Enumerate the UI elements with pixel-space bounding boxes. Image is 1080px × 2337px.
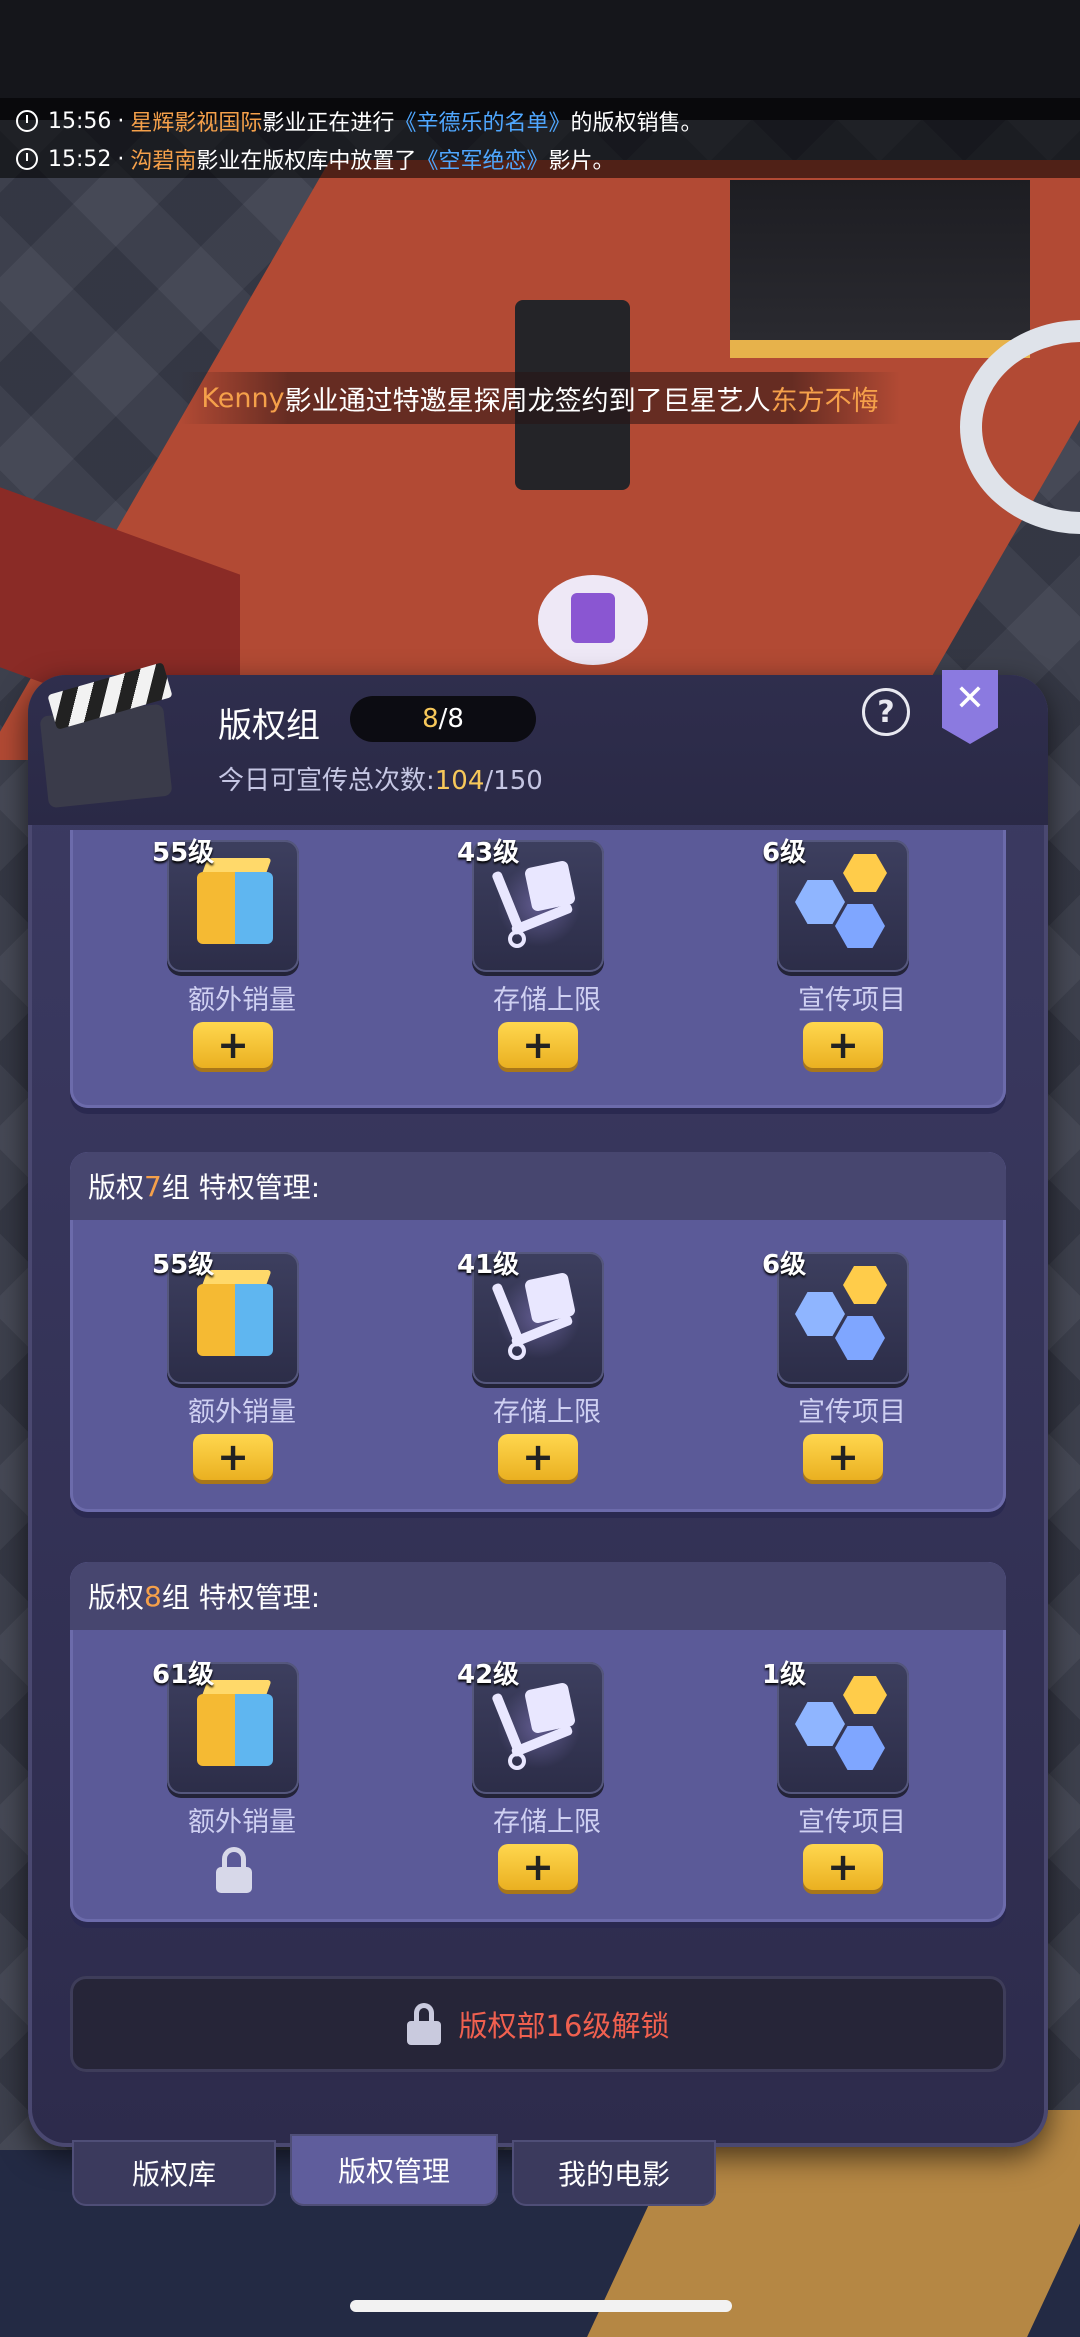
slot-label: 宣传项目 [798, 1807, 906, 1838]
slot-label: 存储上限 [493, 1397, 601, 1428]
upgrade-button[interactable]: + [803, 1022, 883, 1068]
group-number: 8 [144, 1579, 162, 1613]
slot-level: 42级 [457, 1660, 520, 1690]
upgrade-button[interactable]: + [498, 1022, 578, 1068]
group-title-suffix: 组 特权管理: [161, 1171, 321, 1204]
tab-my-movies[interactable]: 我的电影 [512, 2140, 716, 2206]
home-indicator[interactable] [350, 2300, 732, 2312]
slot-label: 额外销量 [188, 985, 296, 1016]
slot-level: 55级 [152, 838, 215, 868]
slot-label: 宣传项目 [798, 1397, 906, 1428]
lock-icon [214, 1847, 254, 1893]
upgrade-button[interactable]: + [803, 1844, 883, 1890]
group-title: 版权 8 组 特权管理: [70, 1562, 1006, 1630]
slot-level: 1级 [762, 1660, 807, 1690]
clock-icon [16, 148, 38, 170]
upgrade-button[interactable]: + [193, 1434, 273, 1480]
ticker-film[interactable]: 《辛德乐的名单》 [394, 105, 570, 137]
help-button[interactable]: ? [862, 688, 910, 736]
announce-text: 影业通过特邀星探周龙签约到了巨星艺人 [284, 385, 771, 417]
locked-group-bar[interactable]: 版权部16级解锁 [70, 1976, 1006, 2072]
promo-used: 104 [434, 766, 485, 796]
group-count-total: 8 [447, 704, 464, 734]
group-title-prefix: 版权 [88, 1171, 145, 1204]
group-title-suffix: 组 特权管理: [161, 1581, 321, 1614]
tab-copyright-library[interactable]: 版权库 [72, 2140, 276, 2206]
group-card: 版权 7 组 特权管理: 55级 额外销量 + 41级 存储上限 + 6级 宣传项目… [70, 1152, 1006, 1512]
slot-level: 41级 [457, 1250, 520, 1280]
slot-label: 存储上限 [493, 985, 601, 1016]
clapperboard-icon [28, 662, 178, 809]
help-icon: ? [877, 694, 895, 730]
group-title: 版权 7 组 特权管理: [70, 1152, 1006, 1220]
promo-sep: / [484, 766, 494, 796]
ticker-line-1: 15:56 · 星辉影视国际 影业正在进行 《辛德乐的名单》 的版权销售。 [16, 102, 702, 140]
ticker-line-2: 15:52 · 沟碧南 影业在版权库中放置了 《空军绝恋》 影片。 [16, 140, 614, 178]
gift-bubble-icon[interactable] [538, 575, 648, 665]
announce-studio: Kenny [201, 382, 285, 414]
upgrade-button[interactable]: + [498, 1434, 578, 1480]
ticker-sep: · [117, 146, 125, 172]
upgrade-button[interactable]: + [498, 1844, 578, 1890]
ticker-studio[interactable]: 沟碧南 [130, 143, 196, 175]
lock-icon [406, 2003, 441, 2045]
ticker-text: 影业在版权库中放置了 [196, 149, 417, 174]
group-card: 版权 8 组 特权管理: 61级 额外销量 42级 存储上限 + 1级 宣传项目 + [70, 1562, 1006, 1922]
group-count-current: 8 [422, 704, 439, 734]
ticker-text-end: 影片。 [548, 149, 615, 174]
group-number: 7 [144, 1169, 162, 1203]
group-card: 55级 额外销量 + 43级 存储上限 + 6级 宣传项目 + [70, 830, 1006, 1108]
panel-title: 版权组 [218, 706, 320, 746]
locked-notice: 版权部16级解锁 [458, 2009, 670, 2043]
upgrade-button[interactable]: + [803, 1434, 883, 1480]
announcement-banner: Kenny 影业通过特邀星探周龙签约到了巨星艺人 东方不悔 [180, 372, 900, 424]
close-icon: ✕ [954, 678, 986, 719]
group-title-prefix: 版权 [88, 1581, 145, 1614]
group-counter: 8 / 8 [350, 696, 536, 742]
slot-label: 额外销量 [188, 1397, 296, 1428]
ticker-sep: · [117, 108, 125, 134]
ticker-studio[interactable]: 星辉影视国际 [130, 105, 262, 137]
promo-count: 今日可宣传总次数:104/150 [218, 760, 543, 797]
ticker-film[interactable]: 《空军绝恋》 [416, 143, 548, 175]
ticker-time: 15:52 [48, 146, 112, 172]
tab-copyright-management[interactable]: 版权管理 [290, 2134, 498, 2206]
slot-level: 6级 [762, 838, 807, 868]
slot-label: 额外销量 [188, 1807, 296, 1838]
trophy-cabinet [730, 180, 1030, 358]
slot-level: 55级 [152, 1250, 215, 1280]
slot-label: 存储上限 [493, 1807, 601, 1838]
clock-icon [16, 110, 38, 132]
announce-star: 东方不悔 [770, 385, 879, 417]
groups-scroll-area[interactable]: 55级 额外销量 + 43级 存储上限 + 6级 宣传项目 + 版权 7 组 特权管… [28, 830, 1048, 2110]
promo-max: 150 [493, 766, 543, 796]
slot-level: 6级 [762, 1250, 807, 1280]
group-count-sep: / [438, 704, 448, 734]
ticker-text-end: 的版权销售。 [570, 111, 703, 136]
promo-label: 今日可宣传总次数: [218, 766, 435, 796]
ticker-time: 15:56 [48, 108, 112, 134]
ticker-text: 影业正在进行 [262, 111, 395, 136]
slot-level: 61级 [152, 1660, 215, 1690]
slot-level: 43级 [457, 838, 520, 868]
upgrade-button[interactable]: + [193, 1022, 273, 1068]
slot-label: 宣传项目 [798, 985, 906, 1016]
